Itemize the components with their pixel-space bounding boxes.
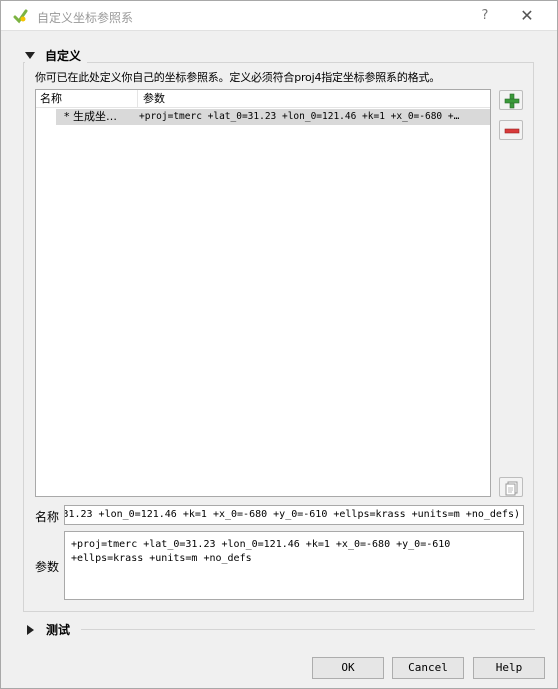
- window-title: 自定义坐标参照系: [37, 11, 134, 25]
- close-icon[interactable]: ✕: [515, 6, 539, 26]
- help-icon[interactable]: ?: [475, 6, 495, 26]
- test-section-toggle[interactable]: 测试: [27, 621, 70, 638]
- qgis-icon: [12, 8, 28, 24]
- column-header-params[interactable]: 参数: [139, 90, 490, 108]
- custom-crs-dialog: 自定义坐标参照系 ? ✕ 自定义 你可已在此处定义你自己的坐标参照系。定义必须符…: [0, 0, 558, 689]
- custom-section-toggle[interactable]: 自定义: [25, 46, 88, 64]
- divider: [81, 629, 535, 630]
- copy-crs-button[interactable]: [499, 477, 523, 497]
- chevron-down-icon: [25, 51, 35, 59]
- crs-table[interactable]: 名称 参数 * 生成坐… +proj=tmerc +lat_0=31.23 +l…: [35, 89, 491, 497]
- column-header-name[interactable]: 名称: [36, 90, 138, 108]
- description-text: 你可已在此处定义你自己的坐标参照系。定义必须符合proj4指定坐标参照系的格式。: [35, 71, 441, 84]
- ok-button[interactable]: OK: [312, 657, 384, 679]
- table-header: 名称 参数: [36, 90, 490, 108]
- row-name-cell: * 生成坐…: [64, 110, 117, 123]
- cancel-button[interactable]: Cancel: [392, 657, 464, 679]
- params-textarea[interactable]: +proj=tmerc +lat_0=31.23 +lon_0=121.46 +…: [64, 531, 524, 600]
- name-input[interactable]: 31.23 +lon_0=121.46 +k=1 +x_0=-680 +y_0=…: [64, 505, 524, 525]
- custom-section-header: 自定义: [45, 48, 82, 63]
- name-label: 名称: [35, 510, 60, 524]
- test-section-header: 测试: [46, 623, 71, 637]
- help-button[interactable]: Help: [473, 657, 545, 679]
- title-bar[interactable]: 自定义坐标参照系 ? ✕: [1, 1, 557, 31]
- params-label: 参数: [35, 560, 60, 574]
- row-params-cell: +proj=tmerc +lat_0=31.23 +lon_0=121.46 +…: [139, 111, 460, 122]
- chevron-right-icon: [27, 624, 34, 635]
- add-crs-button[interactable]: [499, 90, 523, 110]
- table-row[interactable]: * 生成坐… +proj=tmerc +lat_0=31.23 +lon_0=1…: [56, 109, 490, 125]
- remove-crs-button[interactable]: [499, 120, 523, 140]
- name-input-value: 31.23 +lon_0=121.46 +k=1 +x_0=-680 +y_0=…: [64, 509, 520, 520]
